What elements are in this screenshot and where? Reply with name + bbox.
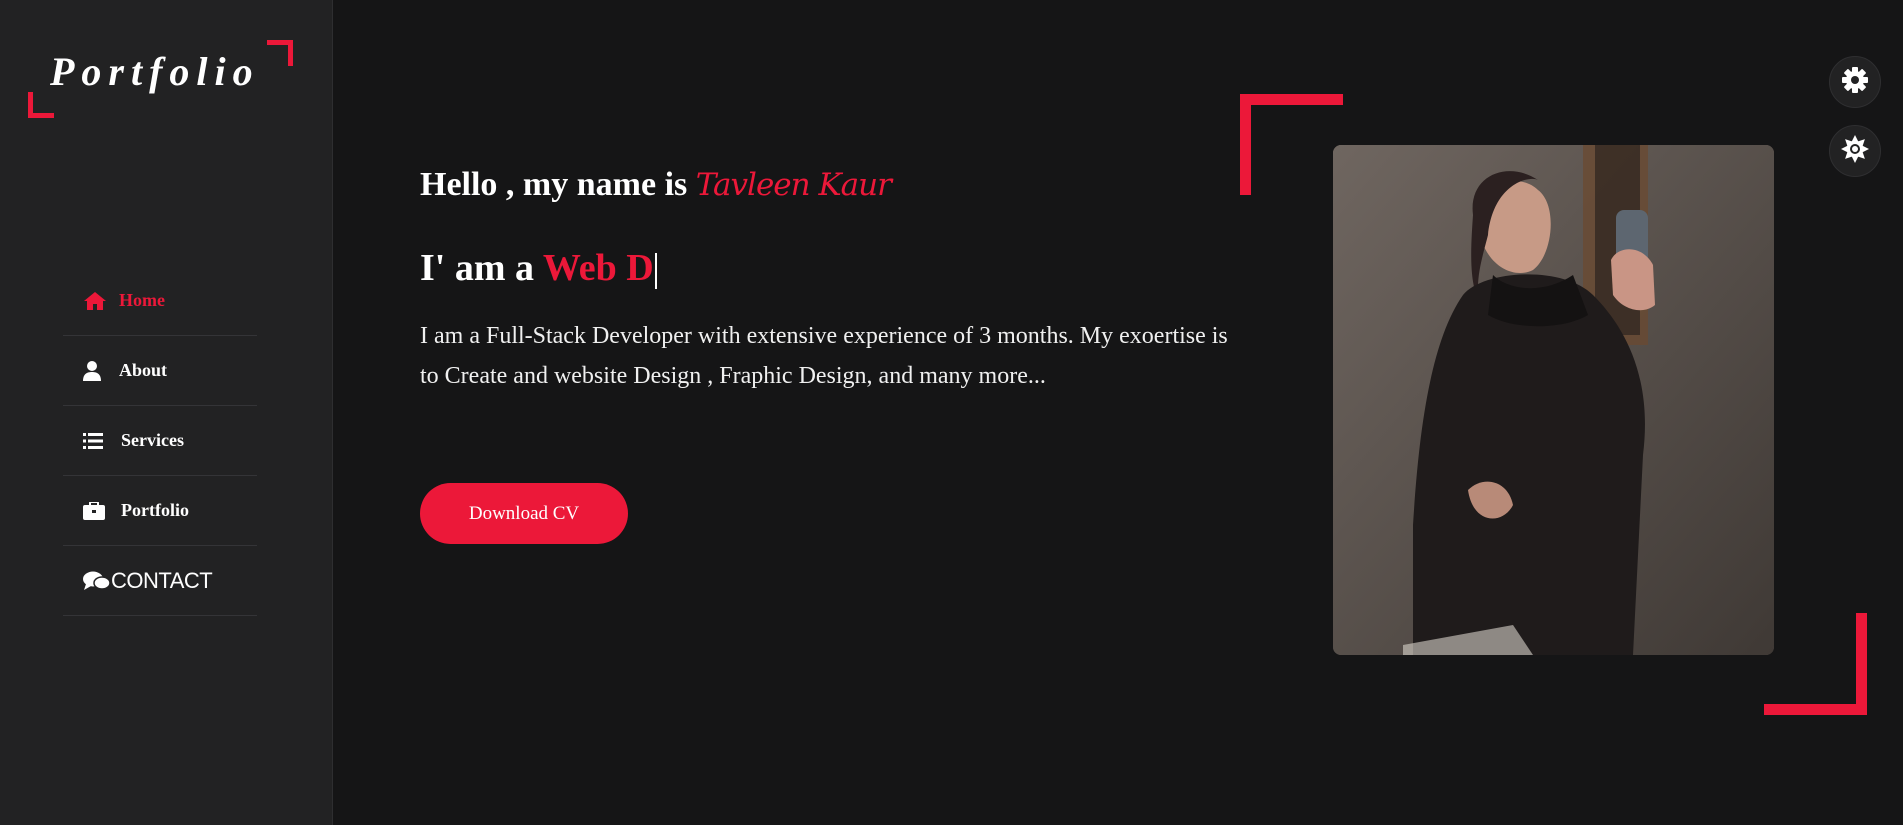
settings-gear-button[interactable] xyxy=(1829,56,1881,108)
nav-item-home[interactable]: Home xyxy=(63,266,257,336)
intro-paragraph: I am a Full-Stack Developer with extensi… xyxy=(420,323,1228,389)
list-icon xyxy=(83,432,107,449)
theme-toggle-button[interactable] xyxy=(1829,125,1881,177)
photo-frame-bottom-right xyxy=(1764,613,1867,715)
nav-label-contact: CONTACT xyxy=(111,567,213,593)
nav-label-about: About xyxy=(119,360,168,380)
role-heading: I' am a Web D xyxy=(420,246,657,290)
photo-frame-top-left xyxy=(1240,94,1343,195)
logo[interactable]: Portfolio xyxy=(28,40,293,120)
main-nav: Home About Services Portfolio CONTACT xyxy=(63,266,257,616)
nav-item-contact[interactable]: CONTACT xyxy=(63,546,257,616)
nav-label-home: Home xyxy=(119,290,165,310)
user-icon xyxy=(83,360,105,381)
comments-icon xyxy=(83,571,111,591)
sidebar: Portfolio Home About Services Portfolio xyxy=(0,0,333,825)
person-name: Tavleen Kaur xyxy=(695,167,892,203)
nav-label-portfolio: Portfolio xyxy=(121,500,189,520)
gear-icon xyxy=(1841,66,1869,99)
typing-cursor xyxy=(654,253,657,290)
home-icon xyxy=(83,291,109,311)
nav-item-services[interactable]: Services xyxy=(63,406,257,476)
typed-role: Web D xyxy=(542,247,654,289)
nav-label-services: Services xyxy=(121,430,184,450)
nav-item-about[interactable]: About xyxy=(63,336,257,406)
nav-item-portfolio[interactable]: Portfolio xyxy=(63,476,257,546)
role-prefix: I' am a xyxy=(420,247,543,289)
logo-text: Portfolio xyxy=(50,49,260,94)
logo-corner-right xyxy=(267,40,293,66)
briefcase-icon xyxy=(83,501,107,520)
logo-corner-left xyxy=(28,92,54,118)
greeting-prefix: Hello , my name is xyxy=(420,166,696,203)
greeting-heading: Hello , my name is Tavleen Kaur xyxy=(420,166,892,204)
home-section: Hello , my name is Tavleen Kaur I' am a … xyxy=(334,0,1903,825)
sun-icon xyxy=(1841,134,1869,168)
profile-photo xyxy=(1333,145,1774,655)
download-cv-button[interactable]: Download CV xyxy=(420,483,628,544)
